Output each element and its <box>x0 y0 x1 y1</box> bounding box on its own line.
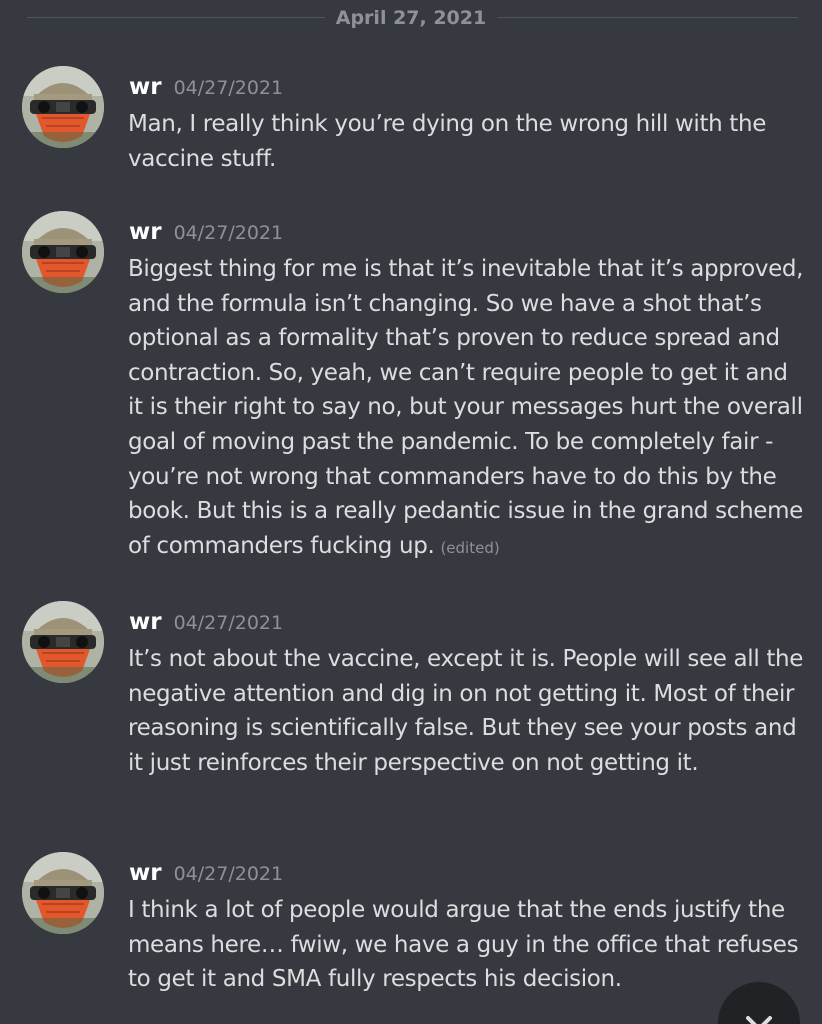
timestamp: 04/27/2021 <box>173 77 284 99</box>
message-content: I think a lot of people would argue that… <box>128 893 804 997</box>
message-header: wr 04/27/2021 <box>129 607 283 639</box>
chat-view: April 27, 2021 wr 04/27/2021 Man, I real… <box>0 0 822 1024</box>
avatar-soldier-icon <box>22 211 104 293</box>
close-icon <box>746 1016 772 1024</box>
avatar[interactable] <box>22 211 104 293</box>
message-content: It’s not about the vaccine, except it is… <box>128 642 804 780</box>
message-text: It’s not about the vaccine, except it is… <box>128 646 804 776</box>
timestamp: 04/27/2021 <box>173 222 284 244</box>
avatar[interactable] <box>22 852 104 934</box>
edited-tag: (edited) <box>440 538 500 557</box>
timestamp: 04/27/2021 <box>173 863 284 885</box>
divider-line-left <box>27 17 325 18</box>
timestamp: 04/27/2021 <box>173 612 284 634</box>
username[interactable]: wr <box>129 860 162 886</box>
avatar-soldier-icon <box>22 852 104 934</box>
message-header: wr 04/27/2021 <box>129 72 283 104</box>
message-text: Man, I really think you’re dying on the … <box>128 111 766 172</box>
message-text: Biggest thing for me is that it’s inevit… <box>128 256 804 559</box>
message-text: I think a lot of people would argue that… <box>128 897 799 993</box>
divider-line-right <box>497 17 798 18</box>
message-content: Man, I really think you’re dying on the … <box>128 107 804 176</box>
avatar[interactable] <box>22 601 104 683</box>
username[interactable]: wr <box>129 74 162 100</box>
date-divider-label: April 27, 2021 <box>335 7 487 29</box>
avatar[interactable] <box>22 66 104 148</box>
avatar-soldier-icon <box>22 66 104 148</box>
username[interactable]: wr <box>129 219 162 245</box>
username[interactable]: wr <box>129 609 162 635</box>
message-header: wr 04/27/2021 <box>129 217 283 249</box>
avatar-soldier-icon <box>22 601 104 683</box>
message-header: wr 04/27/2021 <box>129 858 283 890</box>
date-divider: April 27, 2021 <box>0 0 822 36</box>
message-content: Biggest thing for me is that it’s inevit… <box>128 252 804 565</box>
